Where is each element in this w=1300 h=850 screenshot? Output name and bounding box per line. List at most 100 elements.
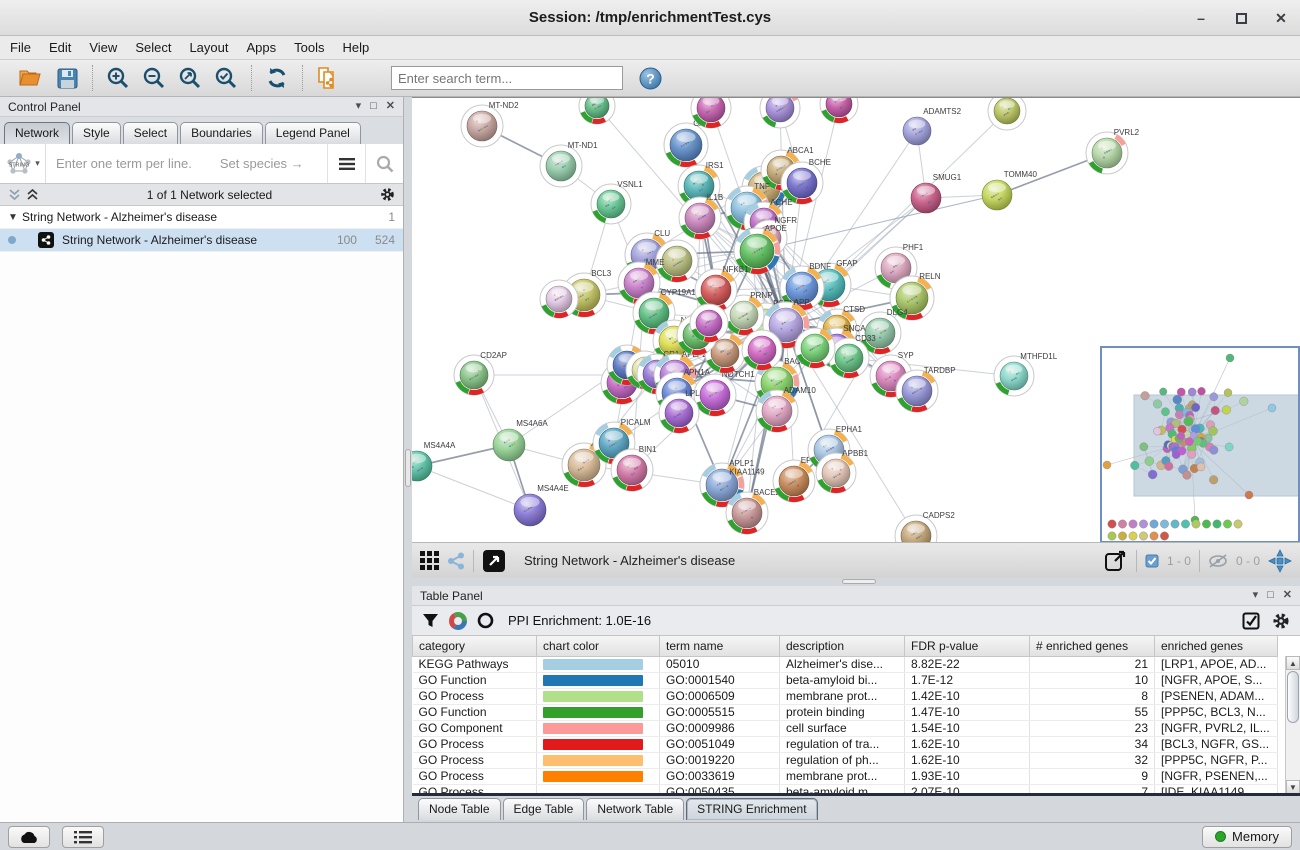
tab-string-enrichment[interactable]: STRING Enrichment <box>686 798 817 820</box>
menu-file[interactable]: File <box>10 40 31 55</box>
ring-chart-icon[interactable] <box>477 612 494 629</box>
network-node-n19[interactable] <box>540 280 578 318</box>
close-panel-icon[interactable]: ✕ <box>1283 590 1292 601</box>
network-row[interactable]: String Network - Alzheimer's disease 100… <box>0 229 403 252</box>
splitter-handle[interactable] <box>842 579 876 584</box>
network-collection-row[interactable]: ▼ String Network - Alzheimer's disease 1 <box>0 206 403 229</box>
column-header-category[interactable]: category <box>413 636 537 656</box>
float-panel-icon[interactable]: □ <box>1267 590 1274 601</box>
menu-tools[interactable]: Tools <box>294 40 324 55</box>
set-species-link[interactable]: Set species → <box>220 156 304 171</box>
panel-menu-icon[interactable]: ▾ <box>356 101 362 112</box>
table-row[interactable]: GO FunctionGO:0001540beta-amyloid bi...1… <box>413 672 1278 688</box>
filter-icon[interactable] <box>422 613 439 629</box>
scroll-up-icon[interactable]: ▲ <box>1286 656 1300 670</box>
table-row[interactable]: KEGG Pathways05010Alzheimer's dise...8.8… <box>413 656 1278 672</box>
string-logo-icon[interactable]: STRING ▾ <box>0 144 46 183</box>
maximize-button[interactable] <box>1232 9 1250 27</box>
chart-color-icon[interactable] <box>449 612 467 630</box>
tab-legend-panel[interactable]: Legend Panel <box>265 122 361 144</box>
cloud-tasks-button[interactable] <box>8 826 50 848</box>
horizontal-splitter[interactable] <box>412 578 1300 586</box>
network-node-ADAMTS2[interactable]: ADAMTS2 <box>903 107 962 145</box>
detach-view-icon[interactable] <box>482 549 506 573</box>
column-header-enriched-genes[interactable]: enriched genes <box>1155 636 1278 656</box>
network-node-CD2AP[interactable]: CD2AP <box>454 351 507 395</box>
tab-style[interactable]: Style <box>72 122 121 144</box>
zoom-out-icon[interactable] <box>141 65 167 91</box>
column-header-fdr-p-value[interactable]: FDR p-value <box>905 636 1030 656</box>
network-node-MTHFD1L[interactable]: MTHFD1L <box>994 352 1058 396</box>
tab-select[interactable]: Select <box>123 122 178 144</box>
menu-layout[interactable]: Layout <box>189 40 228 55</box>
tab-network[interactable]: Network <box>4 122 70 144</box>
scrollbar-thumb[interactable] <box>1287 671 1299 723</box>
tab-boundaries[interactable]: Boundaries <box>180 122 263 144</box>
network-node-n71[interactable] <box>690 304 728 342</box>
network-node-MT-ND1[interactable]: MT-ND1 <box>540 141 598 187</box>
close-button[interactable]: ✕ <box>1272 9 1290 27</box>
network-node-DLG4[interactable]: DLG4 <box>859 308 908 354</box>
zoom-fit-icon[interactable] <box>177 65 203 91</box>
menu-view[interactable]: View <box>89 40 117 55</box>
network-node-n66[interactable] <box>795 328 835 368</box>
table-row[interactable]: GO ComponentGO:0009986cell surface1.54E-… <box>413 720 1278 736</box>
string-options-icon[interactable] <box>327 144 365 183</box>
network-options-gear-icon[interactable] <box>380 187 395 202</box>
string-search-icon[interactable] <box>365 144 403 183</box>
save-session-button[interactable] <box>54 65 80 91</box>
menu-help[interactable]: Help <box>343 40 370 55</box>
zoom-selected-icon[interactable] <box>213 65 239 91</box>
table-row[interactable]: GO FunctionGO:0005515protein binding1.47… <box>413 704 1278 720</box>
network-node-MS4A6A[interactable]: MS4A6A <box>493 419 548 461</box>
expand-all-icon[interactable] <box>26 189 39 201</box>
tab-node-table[interactable]: Node Table <box>418 798 501 820</box>
hidden-eye-icon[interactable] <box>1208 554 1228 568</box>
network-node-n5[interactable] <box>760 98 800 128</box>
menu-apps[interactable]: Apps <box>247 40 277 55</box>
table-scrollbar[interactable]: ▲ ▼ <box>1285 656 1300 793</box>
help-icon[interactable]: ? <box>637 65 663 91</box>
column-header--enriched-genes[interactable]: # enriched genes <box>1030 636 1155 656</box>
tab-network-table[interactable]: Network Table <box>586 798 684 820</box>
network-node-PVRL2[interactable]: PVRL2 <box>1086 128 1140 174</box>
navigate-compass-icon[interactable] <box>1268 549 1292 573</box>
table-row[interactable]: GO ProcessGO:0050435beta-amyloid m...2.0… <box>413 784 1278 793</box>
refresh-icon[interactable] <box>264 65 290 91</box>
network-node-TOMM40[interactable]: TOMM40 <box>982 170 1037 210</box>
collection-caret-icon[interactable]: ▼ <box>8 212 22 223</box>
table-row[interactable]: GO ProcessGO:0033619membrane prot...1.93… <box>413 768 1278 784</box>
column-header-description[interactable]: description <box>780 636 905 656</box>
panel-menu-icon[interactable]: ▾ <box>1253 590 1259 601</box>
splitter-handle[interactable] <box>405 449 411 487</box>
network-node-MS4A4A[interactable]: MS4A4A <box>412 441 456 481</box>
clone-network-icon[interactable] <box>315 65 341 91</box>
table-row[interactable]: GO ProcessGO:0006509membrane prot...1.42… <box>413 688 1278 704</box>
zoom-in-icon[interactable] <box>105 65 131 91</box>
scroll-down-icon[interactable]: ▼ <box>1286 780 1300 793</box>
open-session-button[interactable] <box>18 65 44 91</box>
table-row[interactable]: GO ProcessGO:0051049regulation of tra...… <box>413 736 1278 752</box>
birdseye-view[interactable] <box>1100 346 1300 542</box>
search-input[interactable] <box>391 66 623 90</box>
network-canvas[interactable]: MT-ND2MT-ND1VSNL1GAB2IRS1CHATABCA1BCHEIL… <box>412 97 1300 542</box>
memory-button[interactable]: Memory <box>1202 826 1292 848</box>
column-header-chart-color[interactable]: chart color <box>537 636 660 656</box>
network-node-VSNL1[interactable]: VSNL1 <box>591 180 643 224</box>
select-all-checkbox-icon[interactable] <box>1242 612 1260 630</box>
column-header-term-name[interactable]: term name <box>660 636 780 656</box>
minimize-button[interactable]: – <box>1192 9 1210 27</box>
grid-view-icon[interactable] <box>420 551 439 570</box>
close-panel-icon[interactable]: ✕ <box>386 101 395 112</box>
menu-select[interactable]: Select <box>135 40 171 55</box>
network-node-SMUG1[interactable]: SMUG1 <box>911 173 962 213</box>
float-panel-icon[interactable]: □ <box>370 101 377 112</box>
collapse-all-icon[interactable] <box>8 189 21 201</box>
vertical-splitter[interactable] <box>404 97 412 822</box>
task-history-button[interactable] <box>62 826 104 848</box>
menu-edit[interactable]: Edit <box>49 40 71 55</box>
export-network-icon[interactable] <box>1104 550 1128 572</box>
table-settings-gear-icon[interactable] <box>1272 612 1290 630</box>
selected-checkbox-icon[interactable] <box>1145 554 1159 568</box>
table-row[interactable]: GO ProcessGO:0019220regulation of ph...1… <box>413 752 1278 768</box>
